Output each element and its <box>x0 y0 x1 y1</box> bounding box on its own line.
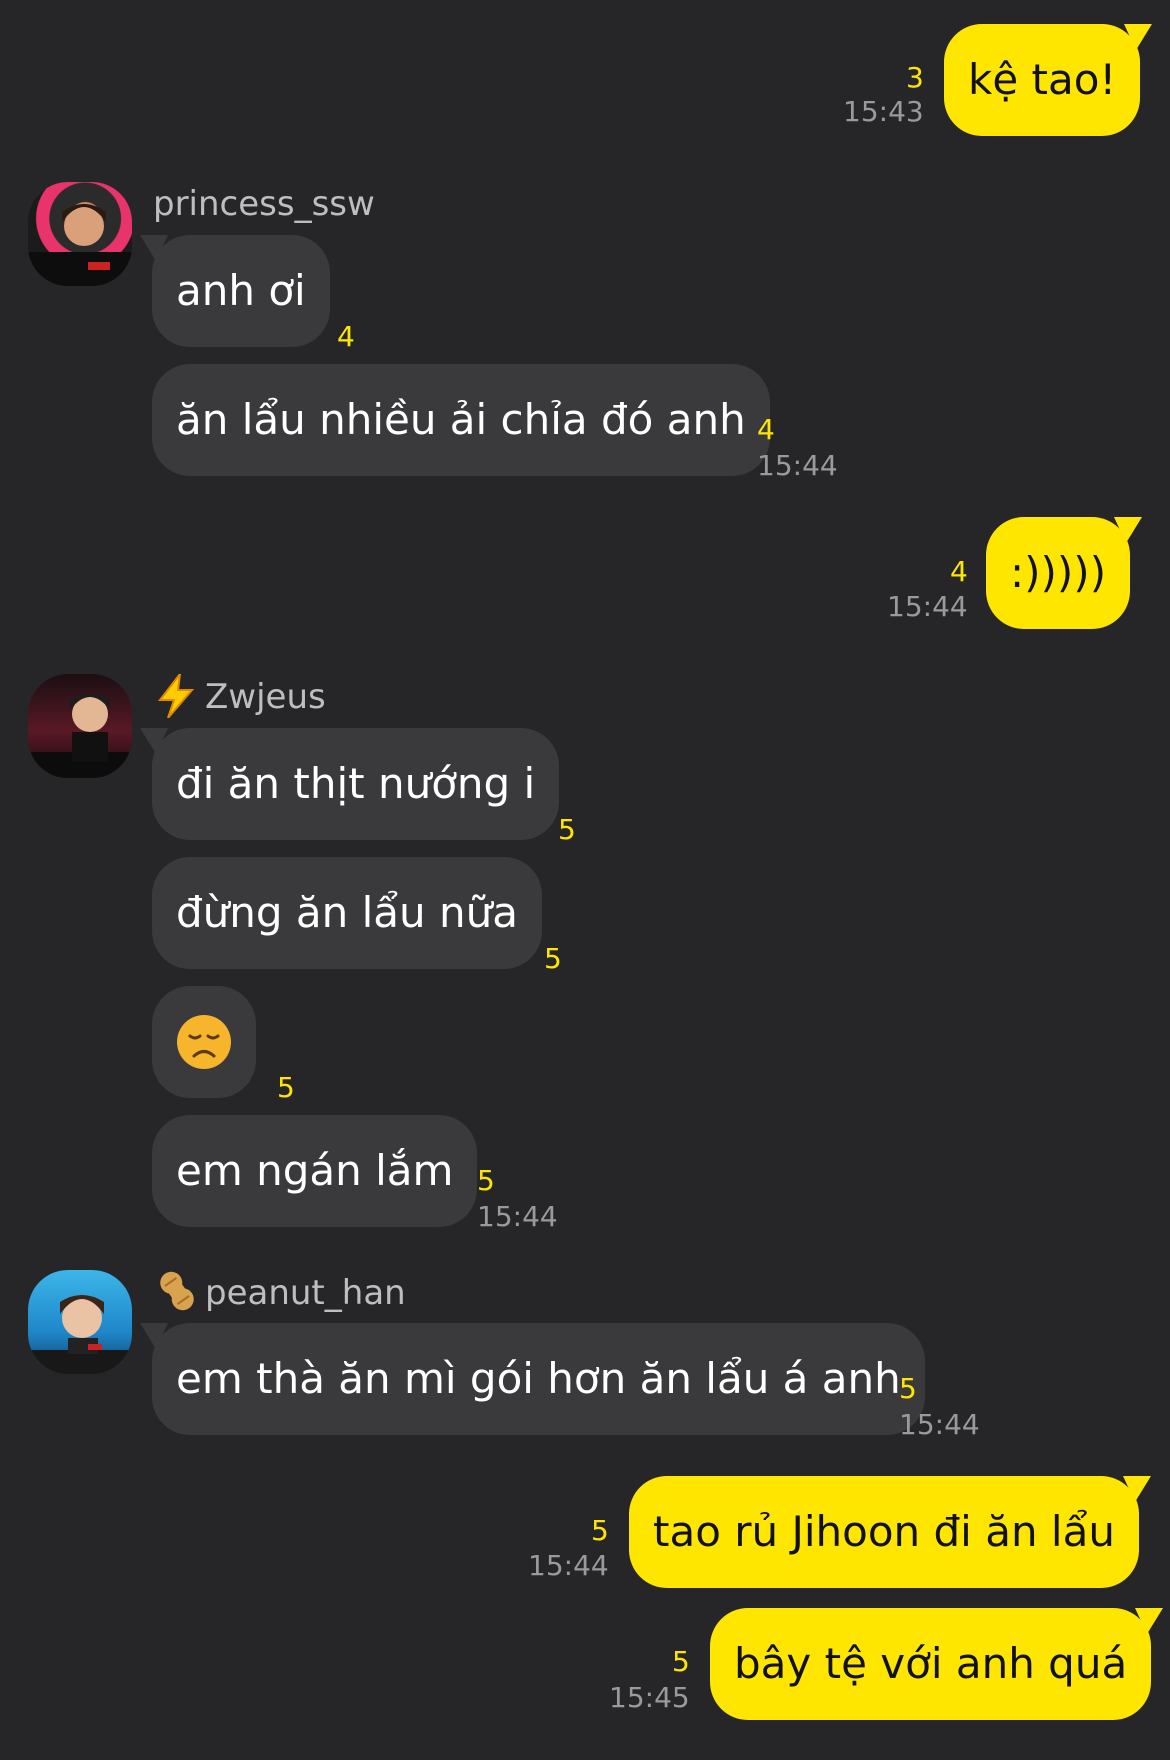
message-text: bây tệ với anh quá <box>734 1639 1128 1688</box>
bubble-tail <box>1122 1476 1151 1502</box>
message-bubble[interactable]: anh ơi <box>140 235 330 347</box>
avatar[interactable] <box>28 674 132 778</box>
message-emoji <box>176 1014 232 1070</box>
bubble-tail <box>140 235 168 261</box>
avatar-image <box>28 694 132 778</box>
bubble-tail <box>1135 1608 1164 1634</box>
sender-name[interactable]: princess_ssw <box>153 187 375 221</box>
sender-name[interactable]: peanut_han <box>205 1276 406 1310</box>
lightning-icon <box>156 670 196 722</box>
unread-count: 4 <box>337 320 355 353</box>
message-text: tao rủ Jihoon đi ăn lẩu <box>653 1507 1115 1556</box>
message-bubble[interactable]: :))))) <box>986 517 1143 629</box>
unread-count: 5 <box>899 1372 917 1405</box>
unread-count: 4 <box>950 555 968 588</box>
message-bubble[interactable]: đừng ăn lẩu nữa <box>152 857 542 969</box>
avatar-image <box>28 1295 132 1374</box>
bubble-tail <box>140 1323 168 1349</box>
message-text: kệ tao! <box>968 55 1117 104</box>
message-bubble[interactable] <box>152 986 256 1098</box>
message-bubble[interactable]: tao rủ Jihoon đi ăn lẩu <box>629 1476 1151 1588</box>
unread-count: 5 <box>558 813 576 846</box>
unread-count: 5 <box>277 1071 295 1104</box>
message-text: ăn lẩu nhiều ải chỉa đó anh <box>176 395 746 444</box>
timestamp: 15:44 <box>528 1549 609 1582</box>
message-bubble[interactable]: đi ăn thịt nướng i <box>140 728 560 840</box>
avatar[interactable] <box>28 1270 132 1374</box>
bubble-tail <box>1114 517 1143 543</box>
bubble-tail <box>1124 24 1153 50</box>
timestamp: 15:44 <box>477 1200 558 1233</box>
message-bubble[interactable]: kệ tao! <box>944 24 1153 136</box>
timestamp: 15:44 <box>757 449 838 482</box>
message-text: :))))) <box>1010 548 1107 597</box>
timestamp: 15:43 <box>843 95 924 128</box>
timestamp: 15:45 <box>609 1681 690 1714</box>
unread-count: 5 <box>672 1645 690 1678</box>
message-bubble[interactable]: em thà ăn mì gói hơn ăn lẩu á anh <box>140 1323 925 1435</box>
message-bubble[interactable]: em ngán lắm <box>152 1115 478 1227</box>
message-bubble[interactable]: ăn lẩu nhiều ải chỉa đó anh <box>152 364 770 476</box>
unread-count: 5 <box>477 1164 495 1197</box>
message-text: em ngán lắm <box>176 1146 454 1195</box>
message-text: đừng ăn lẩu nữa <box>176 888 518 937</box>
unread-count: 5 <box>591 1514 609 1547</box>
timestamp: 15:44 <box>887 590 968 623</box>
message-bubble[interactable]: bây tệ với anh quá <box>710 1608 1164 1720</box>
message-text: em thà ăn mì gói hơn ăn lẩu á anh <box>176 1354 901 1403</box>
peanut-icon <box>154 1268 200 1318</box>
message-text: anh ơi <box>176 266 306 315</box>
unread-count: 5 <box>544 942 562 975</box>
avatar[interactable] <box>28 182 132 286</box>
sender-name[interactable]: Zwjeus <box>205 680 326 714</box>
bubble-tail <box>140 728 168 754</box>
message-text: đi ăn thịt nướng i <box>176 759 536 808</box>
unread-count: 3 <box>906 61 924 94</box>
unread-count: 4 <box>757 413 775 446</box>
timestamp: 15:44 <box>899 1408 980 1441</box>
avatar-image <box>28 204 132 286</box>
